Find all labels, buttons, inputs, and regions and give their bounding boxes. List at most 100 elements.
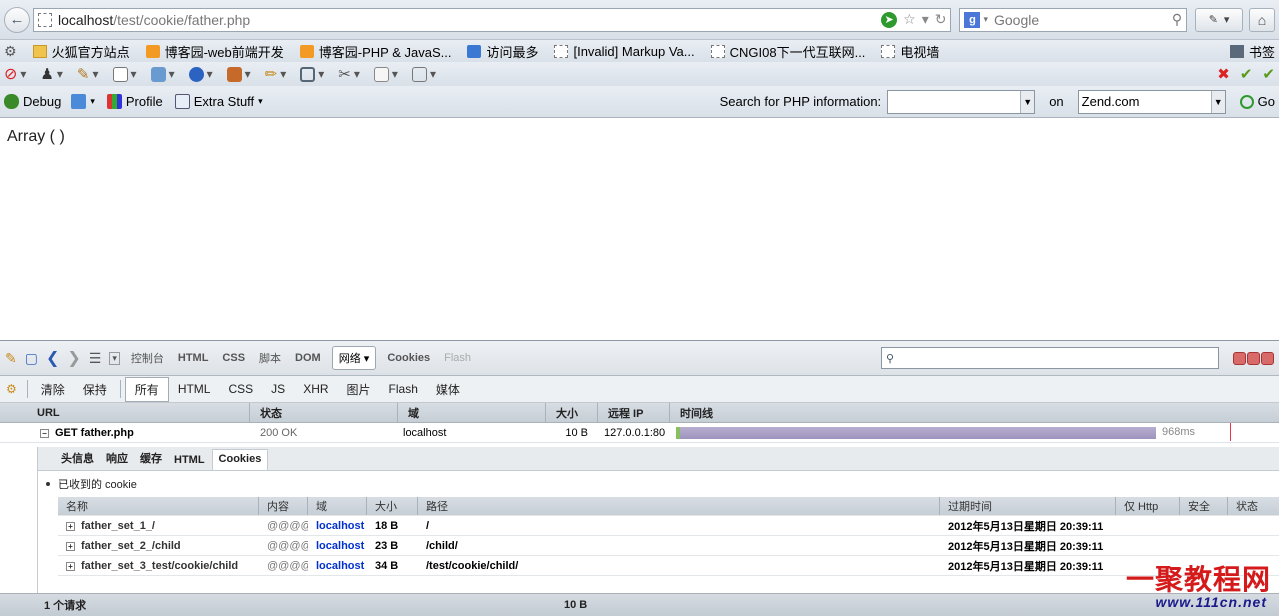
magnifier-icon[interactable]: ⚲ — [1172, 11, 1182, 28]
xhr-icon[interactable]: ⚙ — [6, 382, 17, 396]
bookmark-item[interactable]: 博客园-PHP & JavaS... — [299, 42, 451, 61]
address-text[interactable]: localhost/test/cookie/father.php — [58, 12, 881, 28]
home-button[interactable]: ⌂ — [1249, 7, 1275, 32]
engine-dropdown-icon[interactable]: ▾ — [983, 14, 988, 25]
column-domain[interactable]: 域 — [398, 403, 546, 422]
col-expires[interactable]: 过期时间 — [940, 497, 1116, 515]
filter-images[interactable]: 图片 — [338, 378, 380, 401]
tab-net[interactable]: 网络 ▾ — [331, 346, 377, 370]
column-size[interactable]: 大小 — [546, 403, 598, 422]
detach-icon[interactable] — [1247, 351, 1260, 365]
col-http-only[interactable]: 仅 Http — [1116, 497, 1180, 515]
site-select[interactable]: Zend.com ▼ — [1077, 89, 1226, 114]
bookmark-item[interactable]: 电视墙 — [881, 42, 939, 61]
filter-flash[interactable]: Flash — [380, 379, 427, 399]
forms-button[interactable]: ▾ — [112, 66, 137, 82]
options-button[interactable]: ▾ — [411, 66, 436, 82]
go-arrow-icon[interactable]: ➤ — [881, 11, 898, 28]
column-url[interactable]: URL — [0, 403, 250, 422]
filter-xhr[interactable]: XHR — [294, 379, 337, 399]
column-timeline[interactable]: 时间线 — [670, 403, 1279, 422]
col-size[interactable]: 大小 — [367, 497, 418, 515]
collapse-icon[interactable]: − — [40, 428, 49, 438]
check-icon[interactable]: ✔ — [1262, 65, 1275, 83]
search-bar[interactable]: g ▾ Google ⚲ — [959, 7, 1188, 32]
bookmarks-menu-button[interactable]: 书签 — [1229, 42, 1275, 61]
tab-detail-cookies[interactable]: Cookies — [211, 449, 269, 470]
request-row[interactable]: − GET father.php 200 OK localhost 10 B 12… — [0, 423, 1279, 443]
back-button[interactable]: ← — [4, 6, 30, 33]
filter-js[interactable]: JS — [262, 379, 294, 399]
persist-button[interactable]: 保持 — [74, 378, 116, 401]
bookmark-item[interactable]: CNGI08下一代互联网... — [710, 42, 865, 61]
column-status[interactable]: 状态 — [250, 403, 398, 422]
php-search-input[interactable]: ▼ — [887, 89, 1036, 114]
google-engine-icon[interactable]: g — [964, 11, 981, 28]
history-dropdown-icon[interactable]: ▾ — [922, 11, 929, 28]
extra-stuff-button[interactable]: Extra Stuff ▾ — [174, 94, 263, 109]
information-button[interactable]: ▾ — [188, 66, 213, 82]
bookmark-star-icon[interactable]: ☆ — [903, 11, 916, 28]
dropdown-arrow-icon[interactable]: ▾ — [109, 351, 120, 365]
col-status[interactable]: 状态 — [1228, 497, 1279, 515]
profile-button[interactable]: Profile — [106, 94, 163, 109]
site-identity-icon[interactable] — [37, 12, 52, 27]
address-bar[interactable]: localhost/test/cookie/father.php ➤ ☆ ▾ ↻ — [32, 7, 952, 32]
col-domain[interactable]: 域 — [308, 497, 367, 515]
filter-all[interactable]: 所有 — [124, 376, 169, 402]
addon-button[interactable]: ✎ ▾ — [1195, 7, 1244, 32]
column-remote-ip[interactable]: 远程 IP — [598, 403, 670, 422]
go-button[interactable]: Go — [1239, 94, 1275, 109]
resize-button[interactable]: ▾ — [300, 66, 324, 82]
tab-detail-html[interactable]: HTML — [169, 450, 210, 470]
bookmark-item[interactable]: 访问最多 — [467, 42, 538, 61]
tab-html[interactable]: HTML — [175, 349, 212, 367]
minimize-icon[interactable] — [1233, 351, 1246, 365]
cookie-row[interactable]: + father_set_1_/ @@@@ localhost 18 B / 20… — [58, 516, 1279, 536]
disable-button[interactable]: ⊘ ▾ — [4, 64, 26, 84]
bookmark-item[interactable]: 火狐官方站点 — [32, 42, 130, 61]
tab-cookies[interactable]: Cookies — [384, 349, 433, 367]
inspect-icon[interactable]: ▢ — [25, 350, 38, 367]
expand-icon[interactable]: + — [66, 541, 75, 551]
menu-icon[interactable]: ☰ — [89, 350, 102, 367]
firebug-search-input[interactable]: ⚲ — [881, 347, 1219, 369]
col-content[interactable]: 内容 — [259, 497, 308, 515]
close-icon[interactable] — [1261, 351, 1274, 365]
filter-html[interactable]: HTML — [169, 379, 220, 399]
tab-headers[interactable]: 头信息 — [56, 446, 99, 470]
tab-script[interactable]: 脚本 — [256, 347, 284, 369]
col-name[interactable]: 名称 — [58, 497, 259, 515]
tab-dom[interactable]: DOM — [292, 349, 324, 367]
tools-button[interactable]: ✂ ▾ — [338, 65, 360, 83]
filter-media[interactable]: 媒体 — [427, 378, 469, 401]
cookie-row[interactable]: + father_set_2_/child @@@@ localhost 23 B… — [58, 536, 1279, 556]
images-button[interactable]: ▾ — [150, 66, 175, 82]
view-source-button[interactable]: ▾ — [373, 66, 398, 82]
bookmark-item[interactable]: 博客园-web前端开发 — [145, 42, 284, 61]
col-secure[interactable]: 安全 — [1180, 497, 1228, 515]
expand-icon[interactable]: + — [66, 521, 75, 531]
tab-response[interactable]: 响应 — [101, 446, 133, 470]
tab-cache[interactable]: 缓存 — [135, 446, 167, 470]
outline-button[interactable]: ✏ ▾ — [265, 65, 287, 83]
gear-icon[interactable]: ⚙ — [4, 43, 17, 60]
debug-button[interactable]: Debug ▾ — [4, 94, 95, 109]
forward-arrow-icon[interactable]: ❯ — [67, 348, 80, 368]
col-path[interactable]: 路径 — [418, 497, 940, 515]
dropdown-arrow-icon[interactable]: ▼ — [1210, 90, 1225, 113]
back-arrow-icon[interactable]: ❮ — [46, 348, 59, 368]
firebug-icon[interactable]: ✎ — [5, 350, 17, 367]
tab-css[interactable]: CSS — [219, 349, 248, 367]
request-url[interactable]: − GET father.php — [0, 427, 250, 439]
check-icon[interactable]: ✔ — [1240, 65, 1253, 83]
clear-button[interactable]: 清除 — [32, 378, 74, 401]
user-button[interactable]: ♟ ▾ — [40, 65, 62, 83]
misc-button[interactable]: ▾ — [226, 66, 251, 82]
reload-icon[interactable]: ↻ — [935, 11, 947, 28]
tab-console[interactable]: 控制台 — [128, 347, 167, 369]
bookmark-item[interactable]: [Invalid] Markup Va... — [554, 44, 695, 59]
dropdown-arrow-icon[interactable]: ▼ — [1020, 90, 1035, 113]
css-button[interactable]: ✎ ▾ — [77, 65, 99, 83]
tab-flash[interactable]: Flash — [441, 349, 474, 367]
